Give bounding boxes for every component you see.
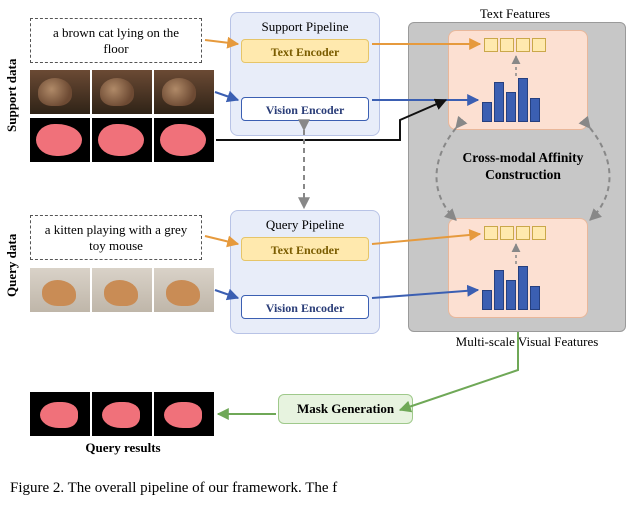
query-pipeline-panel: Query Pipeline Text Encoder Vision Encod… [230,210,380,334]
support-text-encoder: Text Encoder [241,39,369,63]
query-vision-encoder: Vision Encoder [241,295,369,319]
query-visual-feature-bars [482,266,540,310]
support-visual-feature-bars [482,78,540,122]
support-text-tokens [484,38,546,52]
query-data-label: Query data [4,210,20,320]
query-image-frame [92,268,152,312]
query-image-frame [30,268,90,312]
token-icon [532,226,546,240]
support-image-frame [30,70,90,114]
support-vision-encoder: Vision Encoder [241,97,369,121]
query-results-label: Query results [58,440,188,456]
token-icon [484,38,498,52]
token-icon [500,226,514,240]
mask-generation-box: Mask Generation [278,394,413,424]
support-mask-frame [92,118,152,162]
support-mask-frame [154,118,214,162]
text-features-title: Text Features [455,6,575,22]
support-image-frame [92,70,152,114]
query-text-tokens [484,226,546,240]
framework-diagram: Support data Query data a brown cat lyin… [0,0,640,470]
token-icon [532,38,546,52]
figure-caption: Figure 2. The overall pipeline of our fr… [10,480,630,497]
cross-modal-label: Cross-modal Affinity Construction [458,150,588,184]
query-result-frame [92,392,152,436]
query-text-encoder: Text Encoder [241,237,369,261]
query-result-strip [30,392,214,436]
support-pipeline-title: Support Pipeline [241,19,369,35]
query-text-prompt: a kitten playing with a grey toy mouse [30,215,202,260]
query-image-strip [30,268,214,312]
support-pipeline-panel: Support Pipeline Text Encoder Vision Enc… [230,12,380,136]
query-result-frame [30,392,90,436]
query-result-frame [154,392,214,436]
support-image-strip [30,70,214,114]
query-pipeline-title: Query Pipeline [241,217,369,233]
query-image-frame [154,268,214,312]
token-icon [500,38,514,52]
token-icon [484,226,498,240]
multiscale-label: Multi-scale Visual Features [432,334,622,350]
support-data-label: Support data [4,30,20,160]
token-icon [516,226,530,240]
support-mask-frame [30,118,90,162]
support-image-frame [154,70,214,114]
token-icon [516,38,530,52]
support-mask-strip [30,118,214,162]
support-text-prompt: a brown cat lying on the floor [30,18,202,63]
